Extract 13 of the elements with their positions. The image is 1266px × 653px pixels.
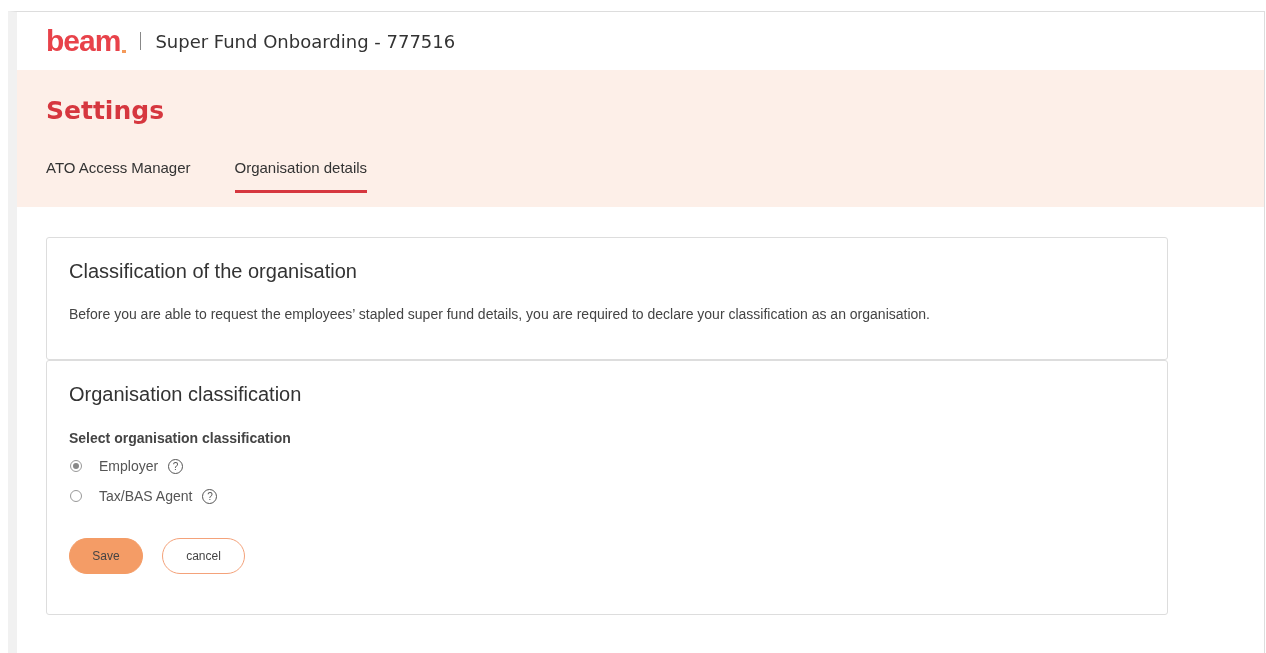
cancel-button[interactable]: cancel [162, 538, 245, 574]
save-button[interactable]: Save [69, 538, 143, 574]
radio-label: Tax/BAS Agent [99, 488, 193, 504]
field-label: Select organisation classification [69, 430, 292, 446]
logo: beam [46, 26, 121, 56]
radio-label: Employer [99, 458, 159, 474]
card-description: Before you are able to request the employees’ stapled super fund details, you are required to declare your classification as an organisation. [69, 306, 931, 322]
app-title: Super Fund Onboarding - 777516 [155, 30, 456, 52]
tab[interactable]: ATO Access Manager [46, 150, 191, 193]
page-title: Settings [46, 96, 165, 127]
card-title: Classification of the organisation [69, 260, 358, 283]
tab[interactable]: Organisation details [234, 150, 368, 193]
card-title: Organisation classification [69, 383, 303, 406]
